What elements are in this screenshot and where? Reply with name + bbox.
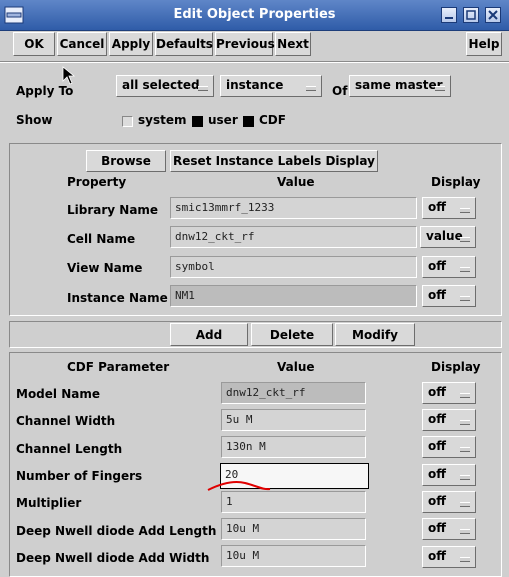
title-bar: Edit Object Properties <box>0 0 509 31</box>
instance-name-display-value: off <box>428 288 446 302</box>
show-label: Show <box>16 113 53 127</box>
next-button[interactable]: Next <box>275 32 311 56</box>
cell-name-label: Cell Name <box>67 232 136 246</box>
apply-type-select[interactable]: instance <box>220 75 322 97</box>
chevron-down-icon <box>460 475 470 480</box>
channel-length-field[interactable]: 130n M <box>221 436 366 458</box>
chevron-down-icon <box>460 296 470 301</box>
apply-scope-value: all selected <box>122 78 200 92</box>
dnw-add-width-field[interactable]: 10u M <box>221 545 366 567</box>
close-icon[interactable] <box>485 7 501 23</box>
chevron-down-icon <box>460 502 470 507</box>
reset-labels-button[interactable]: Reset Instance Labels Display <box>170 150 378 172</box>
show-cdf-label: CDF <box>259 113 286 127</box>
ok-button[interactable]: OK <box>13 32 55 56</box>
cell-name-display-select[interactable]: value <box>420 226 476 248</box>
channel-width-label: Channel Width <box>16 414 116 428</box>
multiplier-field[interactable]: 1 <box>221 491 366 513</box>
number-of-fingers-display-select[interactable]: off <box>422 464 476 486</box>
maximize-icon[interactable] <box>463 7 479 23</box>
cancel-button[interactable]: Cancel <box>57 32 107 56</box>
channel-length-display-value: off <box>428 439 446 453</box>
view-name-field[interactable]: symbol <box>170 256 417 278</box>
mouse-pointer-icon <box>62 66 76 85</box>
chevron-down-icon <box>198 86 208 91</box>
chevron-down-icon <box>306 86 316 91</box>
show-user-label: user <box>208 113 238 127</box>
browse-button[interactable]: Browse <box>86 150 166 172</box>
multiplier-display-select[interactable]: off <box>422 491 476 513</box>
number-of-fingers-display-value: off <box>428 467 446 481</box>
add-button[interactable]: Add <box>170 323 248 346</box>
property-header: Property <box>67 175 127 189</box>
apply-master-select[interactable]: same master <box>349 75 451 97</box>
dnw-add-width-display-select[interactable]: off <box>422 546 476 568</box>
model-name-label: Model Name <box>16 387 100 401</box>
minimize-icon[interactable] <box>441 7 457 23</box>
show-cdf-checkbox[interactable] <box>243 116 254 127</box>
model-name-field[interactable]: dnw12_ckt_rf <box>221 382 366 404</box>
display-header: Display <box>431 175 481 189</box>
help-button[interactable]: Help <box>466 32 502 56</box>
cdf-value-header: Value <box>277 360 315 374</box>
chevron-down-icon <box>460 447 470 452</box>
window-title: Edit Object Properties <box>173 7 336 22</box>
of-label: Of <box>332 84 348 98</box>
chevron-down-icon <box>460 267 470 272</box>
apply-master-value: same master <box>355 78 443 92</box>
view-name-label: View Name <box>67 261 143 275</box>
previous-button[interactable]: Previous <box>215 32 275 56</box>
library-name-display-select[interactable]: off <box>422 197 476 219</box>
apply-scope-select[interactable]: all selected <box>116 75 214 97</box>
show-system-checkbox[interactable] <box>122 116 133 127</box>
channel-width-display-select[interactable]: off <box>422 409 476 431</box>
defaults-button[interactable]: Defaults <box>155 32 213 56</box>
value-header: Value <box>277 175 315 189</box>
dnw-add-length-display-value: off <box>428 521 446 535</box>
view-name-display-select[interactable]: off <box>422 256 476 278</box>
instance-name-label: Instance Name <box>67 291 168 305</box>
view-name-display-value: off <box>428 259 446 273</box>
apply-to-label: Apply To <box>16 84 74 98</box>
divider <box>0 61 509 63</box>
channel-length-label: Channel Length <box>16 442 123 456</box>
chevron-down-icon <box>460 529 470 534</box>
library-name-field[interactable]: smic13mmrf_1233 <box>170 197 417 219</box>
chevron-down-icon <box>460 557 470 562</box>
cell-name-display-value: value <box>426 229 463 243</box>
model-name-display-value: off <box>428 385 446 399</box>
show-user-checkbox[interactable] <box>192 116 203 127</box>
multiplier-label: Multiplier <box>16 496 82 510</box>
dnw-add-length-display-select[interactable]: off <box>422 518 476 540</box>
chevron-down-icon <box>460 393 470 398</box>
multiplier-display-value: off <box>428 494 446 508</box>
channel-width-display-value: off <box>428 412 446 426</box>
dnw-add-length-field[interactable]: 10u M <box>221 518 366 540</box>
cell-name-field[interactable]: dnw12_ckt_rf <box>170 226 417 248</box>
model-name-display-select[interactable]: off <box>422 382 476 404</box>
chevron-down-icon <box>460 208 470 213</box>
apply-type-value: instance <box>226 78 284 92</box>
chevron-down-icon <box>460 420 470 425</box>
channel-width-field[interactable]: 5u M <box>221 409 366 431</box>
modify-button[interactable]: Modify <box>335 323 415 346</box>
cdf-parameter-header: CDF Parameter <box>67 360 170 374</box>
library-name-label: Library Name <box>67 203 159 217</box>
instance-name-display-select[interactable]: off <box>422 285 476 307</box>
dnw-add-length-label: Deep Nwell diode Add Length <box>16 524 217 538</box>
instance-name-field[interactable]: NM1 <box>170 285 417 307</box>
number-of-fingers-label: Number of Fingers <box>16 469 143 483</box>
channel-length-display-select[interactable]: off <box>422 436 476 458</box>
chevron-down-icon <box>435 86 445 91</box>
show-system-label: system <box>138 113 187 127</box>
cdf-display-header: Display <box>431 360 481 374</box>
delete-button[interactable]: Delete <box>251 323 333 346</box>
apply-button[interactable]: Apply <box>109 32 153 56</box>
dnw-add-width-display-value: off <box>428 549 446 563</box>
chevron-down-icon <box>460 237 470 242</box>
library-name-display-value: off <box>428 200 446 214</box>
dnw-add-width-label: Deep Nwell diode Add Width <box>16 551 210 565</box>
